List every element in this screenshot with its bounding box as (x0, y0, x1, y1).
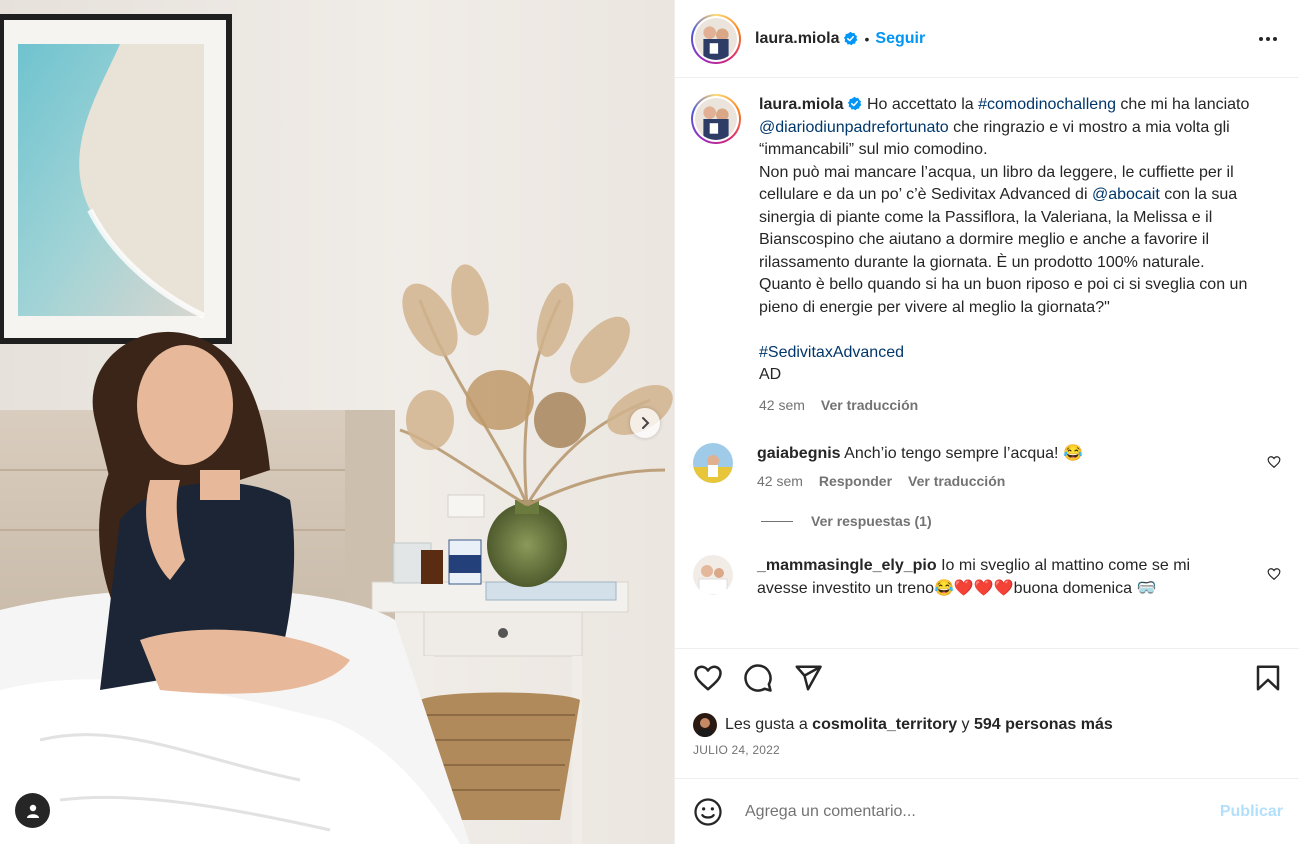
mention-link[interactable]: @diariodiunpadrefortunato (759, 119, 949, 136)
publish-button[interactable]: Publicar (1220, 803, 1283, 821)
comment-meta: 42 sem Responder Ver traducción (757, 473, 1227, 489)
hashtag-link[interactable]: #SedivitaxAdvanced (759, 344, 904, 361)
hashtag-link[interactable]: #comodinochalleng (978, 96, 1116, 113)
next-photo-button[interactable] (630, 408, 660, 438)
caption-hashtag-line: #SedivitaxAdvanced (759, 342, 1269, 365)
caption-spacer (759, 319, 1269, 342)
avatar-image (695, 98, 737, 140)
comment-username[interactable]: gaiabegnis (757, 445, 841, 462)
view-replies-label: Ver respuestas (1) (811, 513, 932, 529)
comments-section[interactable]: laura.miola Ho accettato la #comodinocha… (675, 78, 1299, 648)
likes-connector: y (957, 716, 974, 733)
caption-text-segment: che mi ha lanciato (1115, 96, 1250, 113)
chevron-right-icon (642, 417, 650, 429)
comment-text: gaiabegnis Anch’io tengo sempre l’acqua!… (757, 443, 1227, 466)
post-modal: laura.miola • Seguir laura.miola Ho acce… (0, 0, 1299, 844)
comment-like-icon[interactable] (1267, 567, 1281, 581)
caption-ad-label: AD (759, 366, 782, 383)
caption-paragraph-1: laura.miola Ho accettato la #comodinocha… (759, 94, 1269, 162)
liker-avatar[interactable] (693, 713, 717, 737)
comment-message: Anch’io tengo sempre l’acqua! 😂 (844, 444, 1083, 462)
avatar-frame (693, 96, 739, 142)
header-separator: • (864, 30, 870, 47)
avatar-image (695, 17, 737, 60)
caption-meta: 42 sem Ver traducción (759, 397, 1269, 413)
verified-badge-icon (848, 96, 862, 111)
more-options-icon (1259, 36, 1263, 41)
comment-timestamp[interactable]: 42 sem (757, 473, 803, 489)
view-replies-button[interactable]: Ver respuestas (1) (761, 513, 1283, 529)
caption-text-segment: Ho accettato la (866, 96, 979, 113)
follow-button[interactable]: Seguir (875, 30, 925, 48)
comment-icon[interactable] (743, 663, 773, 693)
verified-badge-icon (844, 31, 858, 46)
comment-translate-button[interactable]: Ver traducción (908, 473, 1005, 489)
comment-content: gaiabegnis Anch’io tengo sempre l’acqua!… (757, 443, 1227, 490)
action-icons (693, 663, 1283, 693)
comment-like-icon[interactable] (1267, 455, 1281, 469)
caption-translate-button[interactable]: Ver traducción (821, 397, 918, 413)
caption-text: laura.miola Ho accettato la #comodinocha… (759, 94, 1269, 387)
likes-prefix: Les gusta a (725, 716, 813, 733)
mention-link[interactable]: @abocait (1092, 186, 1160, 203)
more-dot (1266, 36, 1270, 41)
more-options-button[interactable] (1253, 31, 1283, 47)
carousel-indicator (328, 819, 334, 825)
likes-summary: Les gusta a cosmolita_territory y 594 pe… (693, 713, 1283, 737)
add-comment-bar: Publicar (675, 778, 1299, 844)
likes-text: Les gusta a cosmolita_territory y 594 pe… (725, 716, 1113, 734)
comment-item: _mammasingle_ely_pio Io mi sveglio al ma… (691, 555, 1283, 600)
avatar-frame (693, 15, 739, 62)
commenter-avatar[interactable] (693, 555, 733, 595)
author-username[interactable]: laura.miola (755, 30, 839, 48)
post-photo[interactable] (0, 0, 674, 844)
post-date[interactable]: JULIO 24, 2022 (693, 743, 1283, 757)
caption-timestamp[interactable]: 42 sem (759, 397, 805, 413)
tagged-users-button[interactable] (15, 793, 50, 828)
comment-username[interactable]: _mammasingle_ely_pio (757, 557, 937, 574)
send-icon[interactable] (793, 663, 823, 693)
commenter-avatar[interactable] (693, 442, 733, 483)
comment-text: _mammasingle_ely_pio Io mi sveglio al ma… (757, 555, 1227, 600)
author-avatar[interactable] (691, 13, 741, 64)
post-details-panel: laura.miola • Seguir laura.miola Ho acce… (674, 0, 1299, 844)
comment-item: gaiabegnis Anch’io tengo sempre l’acqua!… (691, 442, 1283, 490)
post-actions: Les gusta a cosmolita_territory y 594 pe… (675, 648, 1299, 778)
caption-paragraph-3: Quanto è bello quando si ha un buon ripo… (759, 276, 1248, 316)
bookmark-icon[interactable] (1253, 663, 1283, 693)
replies-divider (761, 520, 793, 522)
comment-input[interactable] (745, 802, 1220, 821)
post-caption: laura.miola Ho accettato la #comodinocha… (691, 94, 1283, 413)
caption-content: laura.miola Ho accettato la #comodinocha… (759, 94, 1269, 413)
emoji-icon[interactable] (693, 797, 723, 827)
post-header: laura.miola • Seguir (675, 0, 1299, 78)
caption-paragraph-2: Non può mai mancare l’acqua, un libro da… (759, 162, 1269, 275)
bedroom-photo (0, 0, 674, 844)
comment-content: _mammasingle_ely_pio Io mi sveglio al ma… (757, 555, 1227, 600)
user-tag-icon (26, 804, 39, 818)
liker-username[interactable]: cosmolita_territory (812, 716, 957, 733)
caption-avatar[interactable] (691, 94, 741, 144)
heart-icon[interactable] (693, 663, 723, 693)
likes-count-link[interactable]: 594 personas más (974, 716, 1113, 733)
caption-username[interactable]: laura.miola (759, 96, 843, 113)
more-dot (1273, 36, 1277, 41)
reply-button[interactable]: Responder (819, 473, 892, 489)
header-user-info: laura.miola • Seguir (755, 30, 925, 48)
